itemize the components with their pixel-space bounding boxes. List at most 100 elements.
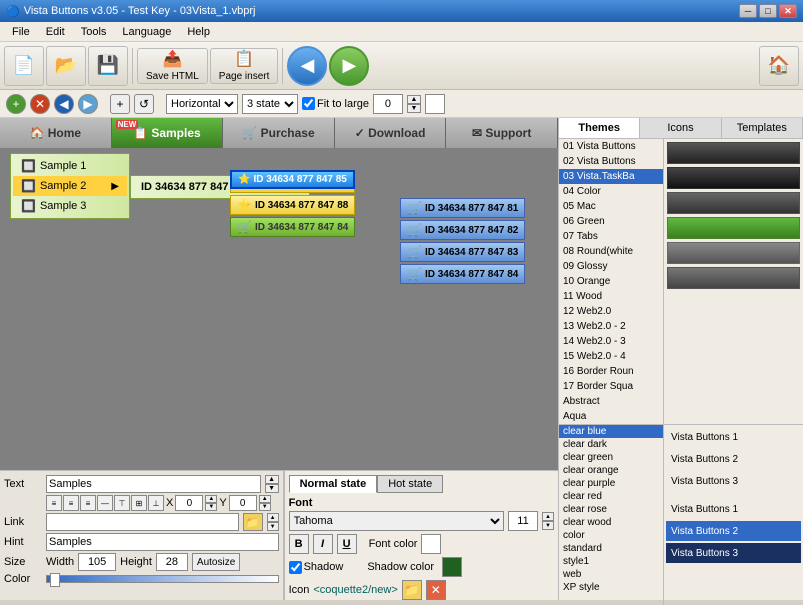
style-clear-blue[interactable]: clear blue xyxy=(559,425,663,438)
y-input[interactable] xyxy=(229,495,257,511)
theme-14[interactable]: 14 Web2.0 - 3 xyxy=(559,334,663,349)
menu-language[interactable]: Language xyxy=(114,24,179,40)
width-input[interactable] xyxy=(78,553,116,571)
theme-08[interactable]: 08 Round(white xyxy=(559,244,663,259)
x-spin-down[interactable]: ▼ xyxy=(205,503,217,511)
y-spinner[interactable]: ▲ ▼ xyxy=(259,495,271,511)
menu-help[interactable]: Help xyxy=(179,24,218,40)
theme-06[interactable]: 06 Green xyxy=(559,214,663,229)
align-right-button[interactable]: ≡ xyxy=(80,495,96,511)
menu-tools[interactable]: Tools xyxy=(73,24,115,40)
style-clear-red[interactable]: clear red xyxy=(559,490,663,503)
theme-17[interactable]: 17 Border Squa xyxy=(559,379,663,394)
font-size-input[interactable] xyxy=(508,511,538,531)
theme-01[interactable]: 01 Vista Buttons xyxy=(559,139,663,154)
id-cell-82[interactable]: 🛒 ID 34634 877 847 82 xyxy=(400,220,525,240)
text-spin-down[interactable]: ▼ xyxy=(265,484,279,493)
font-size-spin-up[interactable]: ▲ xyxy=(542,512,554,521)
shadow-checkbox-label[interactable]: Shadow xyxy=(289,561,344,574)
color-slider-thumb[interactable] xyxy=(50,573,60,587)
theme-05[interactable]: 05 Mac xyxy=(559,199,663,214)
templates-tab[interactable]: Templates xyxy=(722,118,803,138)
theme-03[interactable]: 03 Vista.TaskBa xyxy=(559,169,663,184)
add-button[interactable]: + xyxy=(6,94,26,114)
icon-delete-button[interactable]: ✕ xyxy=(426,580,446,600)
italic-button[interactable]: I xyxy=(313,534,333,554)
nav-support-button[interactable]: ✉ Support xyxy=(446,118,558,148)
style-clear-purple[interactable]: clear purple xyxy=(559,477,663,490)
nav-purchase-button[interactable]: 🛒 Purchase xyxy=(223,118,335,148)
theme-04[interactable]: 04 Color xyxy=(559,184,663,199)
save-html-button[interactable]: 📤 Save HTML xyxy=(137,48,208,84)
link-spin-up[interactable]: ▲ xyxy=(267,513,279,522)
fit-to-large-checkbox[interactable]: Fit to large xyxy=(302,97,369,110)
color-square[interactable] xyxy=(425,94,445,114)
style-web[interactable]: web xyxy=(559,568,663,581)
style-xp[interactable]: XP style xyxy=(559,581,663,594)
font-color-picker[interactable] xyxy=(421,534,441,554)
shadow-color-picker[interactable] xyxy=(442,557,462,577)
style-clear-rose[interactable]: clear rose xyxy=(559,503,663,516)
nav-download-button[interactable]: ✓ Download xyxy=(335,118,447,148)
style-style1[interactable]: style1 xyxy=(559,555,663,568)
font-size-spin-down[interactable]: ▼ xyxy=(542,521,554,530)
align-top-button[interactable]: ⊤ xyxy=(114,495,130,511)
style-color[interactable]: color xyxy=(559,529,663,542)
theme-abstract[interactable]: Abstract xyxy=(559,394,663,409)
link-folder-button[interactable]: 📁 xyxy=(243,513,263,531)
align-center-button[interactable]: ≡ xyxy=(63,495,79,511)
spin-down[interactable]: ▼ xyxy=(407,104,421,113)
home-button[interactable]: 🏠 xyxy=(759,46,799,86)
page-insert-button[interactable]: 📋 Page insert xyxy=(210,48,279,84)
save-button[interactable]: 💾 xyxy=(88,46,128,86)
next-button[interactable]: ▶ xyxy=(78,94,98,114)
font-select[interactable]: Tahoma Arial xyxy=(289,511,504,531)
theme-15[interactable]: 15 Web2.0 - 4 xyxy=(559,349,663,364)
link-input[interactable] xyxy=(46,513,239,531)
link-spin-down[interactable]: ▼ xyxy=(267,522,279,531)
height-input[interactable] xyxy=(156,553,188,571)
id-cell-85-highlight[interactable]: ⭐ ID 34634 877 847 85 xyxy=(230,170,355,189)
vb-1[interactable]: Vista Buttons 1 xyxy=(666,427,801,447)
id-cell-84-blue[interactable]: 🛒 ID 34634 877 847 84 xyxy=(400,264,525,284)
x-spin-up[interactable]: ▲ xyxy=(205,495,217,503)
theme-aqua[interactable]: Aqua xyxy=(559,409,663,424)
vb-5-selected[interactable]: Vista Buttons 2 xyxy=(666,521,801,541)
theme-preview-5[interactable] xyxy=(667,242,800,264)
style-clear-orange[interactable]: clear orange xyxy=(559,464,663,477)
maximize-button[interactable]: □ xyxy=(759,4,777,18)
prev-button[interactable]: ◀ xyxy=(54,94,74,114)
theme-07[interactable]: 07 Tabs xyxy=(559,229,663,244)
nav-samples-button[interactable]: NEW 📋 Samples xyxy=(112,118,224,148)
theme-preview-6[interactable] xyxy=(667,267,800,289)
orientation-select[interactable]: Horizontal Vertical xyxy=(166,94,238,114)
style-clear-dark[interactable]: clear dark xyxy=(559,438,663,451)
y-spin-down[interactable]: ▼ xyxy=(259,503,271,511)
theme-11[interactable]: 11 Wood xyxy=(559,289,663,304)
sample3-item[interactable]: 🔲 Sample 3 xyxy=(13,196,127,216)
refresh-button[interactable]: ↺ xyxy=(134,94,154,114)
autosize-button[interactable]: Autosize xyxy=(192,553,240,571)
text-spinner[interactable]: ▲ ▼ xyxy=(265,475,279,493)
color-slider[interactable] xyxy=(46,575,279,583)
x-spinner[interactable]: ▲ ▼ xyxy=(205,495,217,511)
align-justify-button[interactable]: — xyxy=(97,495,113,511)
style-clear-green[interactable]: clear green xyxy=(559,451,663,464)
align-left-button[interactable]: ≡ xyxy=(46,495,62,511)
text-input[interactable] xyxy=(46,475,261,493)
id-cell-84-green[interactable]: 🛒 ID 34634 877 847 84 xyxy=(230,217,355,237)
menu-edit[interactable]: Edit xyxy=(38,24,73,40)
nav-home-button[interactable]: 🏠 Home xyxy=(0,118,112,148)
menu-file[interactable]: File xyxy=(4,24,38,40)
align-middle-button[interactable]: ⊞ xyxy=(131,495,147,511)
text-spin-up[interactable]: ▲ xyxy=(265,475,279,484)
insert-button[interactable]: + xyxy=(110,94,130,114)
theme-09[interactable]: 09 Glossy xyxy=(559,259,663,274)
y-spin-up[interactable]: ▲ xyxy=(259,495,271,503)
id-cell-81[interactable]: 🛒 ID 34634 877 847 81 xyxy=(400,198,525,218)
normal-state-tab[interactable]: Normal state xyxy=(289,475,378,493)
spin-up[interactable]: ▲ xyxy=(407,95,421,104)
theme-preview-2[interactable] xyxy=(667,167,800,189)
theme-02[interactable]: 02 Vista Buttons xyxy=(559,154,663,169)
shadow-checkbox[interactable] xyxy=(289,561,302,574)
